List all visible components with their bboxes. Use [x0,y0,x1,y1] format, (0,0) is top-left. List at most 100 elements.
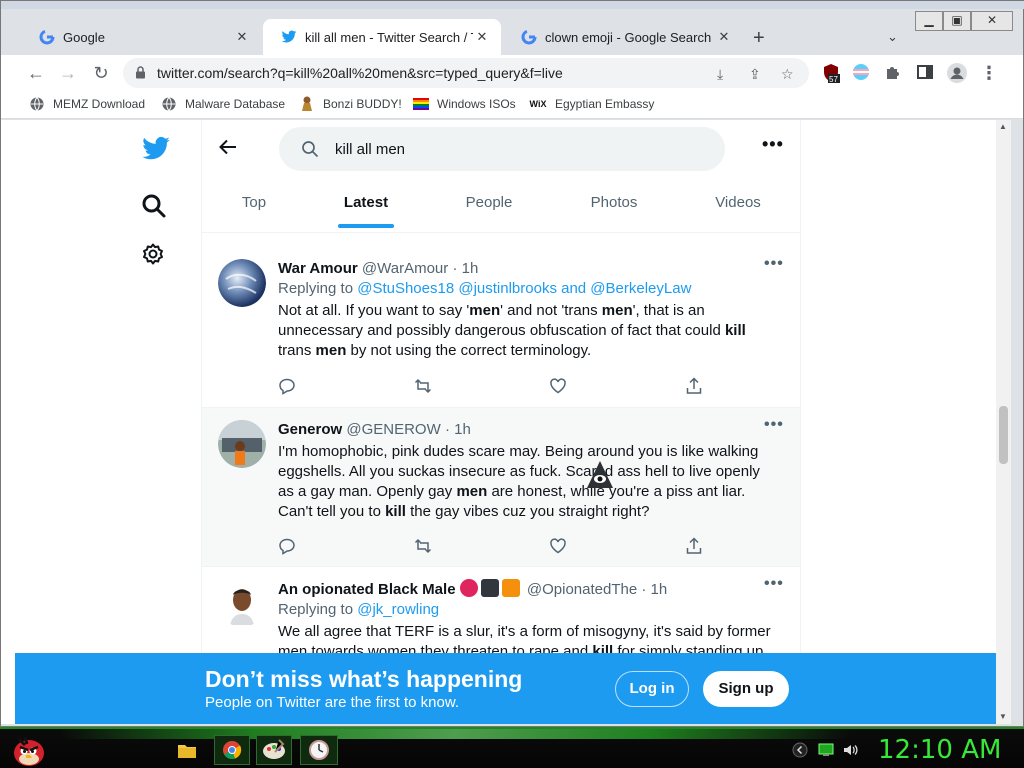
globe-icon [29,96,45,112]
close-window-button[interactable]: ✕ [971,11,1013,31]
tab-clown-emoji[interactable]: clown emoji - Google Search ✕ [503,19,743,55]
tab-google[interactable]: Google ✕ [21,19,261,55]
back-arrow-icon[interactable] [218,137,238,163]
back-button[interactable]: ← [24,61,48,85]
avatar[interactable] [218,420,266,468]
side-panel-icon[interactable] [916,63,936,83]
tab-search-chevron-icon[interactable]: ⌄ [887,29,898,45]
tweet-handle[interactable]: @OpionatedThe [527,581,637,598]
tab-videos[interactable]: Videos [688,194,788,211]
clock-app-taskbar-icon[interactable] [300,735,338,765]
maximize-button[interactable]: ▣ [943,11,971,31]
page-scrollbar[interactable]: ▲ ▼ [996,120,1011,724]
share-tweet-icon[interactable] [685,377,703,395]
banner-headline: Don’t miss what’s happening [205,666,523,692]
replying-label: Replying to [278,601,354,618]
login-button[interactable]: Log in [615,671,689,707]
file-explorer-folder-icon[interactable] [172,735,202,765]
chrome-menu-icon[interactable]: ⋮ [977,61,1001,85]
tweet-text: I'm homophobic, pink dudes scare may. Be… [278,443,760,520]
login-prompt-banner: Don’t miss what’s happening People on Tw… [15,653,996,724]
avatar[interactable] [218,259,266,307]
tab-top[interactable]: Top [204,194,304,211]
wix-icon: WiX [529,99,547,109]
close-tab-icon[interactable]: ✕ [233,29,251,45]
avatar[interactable] [218,579,266,627]
start-button-angry-bird-icon[interactable] [10,731,50,768]
tweet[interactable]: ••• War Amour @WarAmour · 1h Replying to… [202,247,800,408]
bookmark-label: MEMZ Download [53,97,146,111]
scroll-down-arrow-icon[interactable]: ▼ [999,712,1007,721]
tweet-author-name[interactable]: Generow [278,421,342,438]
chrome-taskbar-icon[interactable] [214,735,250,765]
retweet-icon[interactable] [414,537,432,555]
twitter-logo-icon[interactable] [141,136,171,166]
scroll-up-arrow-icon[interactable]: ▲ [999,122,1007,131]
bookmark-windows-isos[interactable]: Windows ISOs [413,96,516,112]
replying-to: Replying to @StuShoes18 @justinlbrooks a… [278,279,778,299]
explore-search-icon[interactable] [141,193,171,223]
bookmarks-bar: MEMZ Download Malware Database Bonzi BUD… [1,91,1023,119]
paint-taskbar-icon[interactable] [256,735,292,765]
tray-expand-icon[interactable] [792,742,808,758]
tweet-body: An opionated Black Male @OpionatedThe · … [278,579,778,662]
close-tab-icon[interactable]: ✕ [715,29,733,45]
tab-latest[interactable]: Latest [316,194,416,211]
retweet-icon[interactable] [414,377,432,395]
signup-button[interactable]: Sign up [703,671,789,707]
tab-twitter-search[interactable]: kill all men - Twitter Search / Twit ✕ [263,19,501,55]
orange-square-emoji-icon [501,579,520,597]
reply-icon[interactable] [278,377,296,395]
taskbar-clock[interactable]: 12:10 AM [878,735,1001,765]
close-tab-icon[interactable]: ✕ [473,29,491,45]
tweet-time[interactable]: 1h [651,581,668,598]
tweet-time[interactable]: 1h [454,421,471,438]
profile-avatar-icon[interactable] [947,63,967,83]
bookmark-egyptian-embassy[interactable]: WiX Egyptian Embassy [529,96,655,112]
tweet[interactable]: ••• Generow @GENEROW · 1h I'm homophobic… [202,408,800,567]
black-square-emoji-icon [480,579,499,597]
network-icon[interactable] [818,742,834,758]
new-tab-button[interactable]: + [753,27,765,50]
tab-people[interactable]: People [439,194,539,211]
search-icon [301,140,319,163]
browser-window: Google ✕ kill all men - Twitter Search /… [0,0,1024,727]
forward-button[interactable]: → [56,61,80,85]
tab-photos[interactable]: Photos [564,194,664,211]
tab-title: Google [63,29,105,45]
install-icon[interactable]: ⤓ [717,66,723,83]
tweet-handle[interactable]: @WarAmour [362,260,448,277]
scrollbar-thumb[interactable] [999,406,1008,464]
reply-mentions[interactable]: @StuShoes18 @justinlbrooks and @Berkeley… [357,280,691,297]
ublock-extension-icon[interactable]: 57 [821,63,841,84]
tweet-actions [278,537,708,557]
more-options-icon[interactable]: ••• [762,134,784,155]
bookmark-label: Malware Database [185,97,286,111]
settings-gear-icon[interactable] [141,242,171,272]
address-bar[interactable]: twitter.com/search?q=kill%20all%20men&sr… [123,58,809,88]
reply-mentions[interactable]: @jk_rowling [357,601,439,618]
bookmark-memz[interactable]: MEMZ Download [29,96,145,112]
tab-title: clown emoji - Google Search [545,29,712,45]
trans-flag-extension-icon[interactable] [852,63,872,83]
globe-icon [161,96,177,112]
share-icon[interactable]: ⇪ [749,66,761,83]
like-heart-icon[interactable] [549,377,567,395]
tweet-author-name[interactable]: War Amour [278,260,358,277]
like-heart-icon[interactable] [549,537,567,555]
tweet-handle[interactable]: @GENEROW [346,421,440,438]
extensions-puzzle-icon[interactable] [884,63,904,83]
minimize-button[interactable]: ▁ [915,11,943,31]
reply-icon[interactable] [278,537,296,555]
search-input[interactable]: kill all men [279,127,725,171]
share-tweet-icon[interactable] [685,537,703,555]
volume-icon[interactable] [842,742,858,758]
bookmark-malware-database[interactable]: Malware Database [161,96,285,112]
tweet-time[interactable]: 1h [462,260,479,277]
reload-button[interactable]: ↻ [89,61,113,85]
google-icon [521,29,537,45]
red-circle-emoji-icon [459,579,478,597]
bookmark-bonzi-buddy[interactable]: Bonzi BUDDY! [299,96,402,112]
tweet-author-name[interactable]: An opionated Black Male [278,581,456,598]
bookmark-star-icon[interactable]: ☆ [781,66,794,83]
